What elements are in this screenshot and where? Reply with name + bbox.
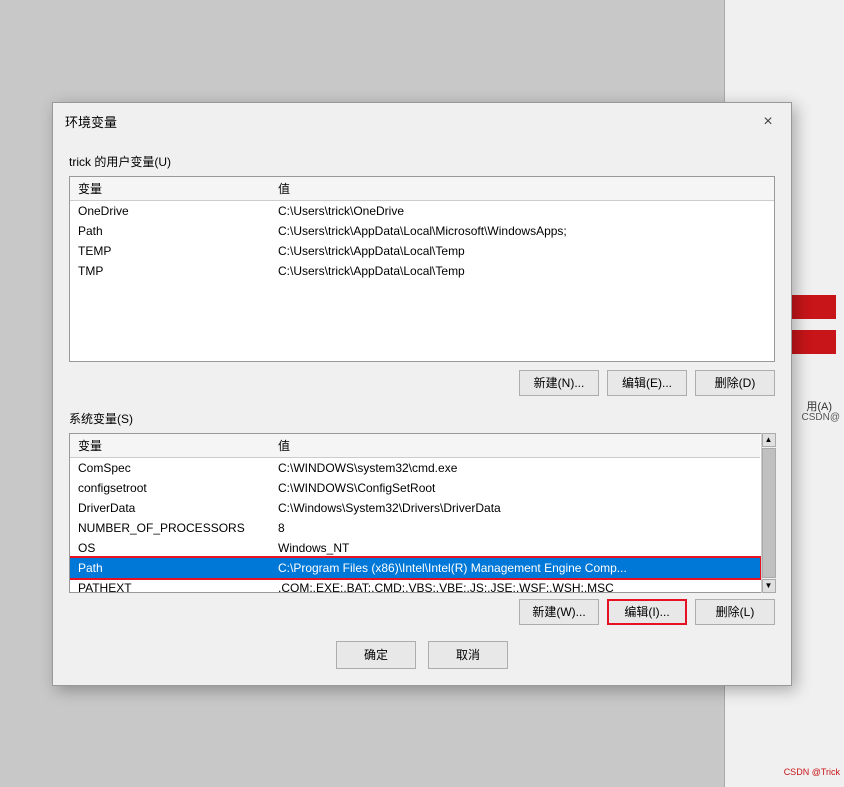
system-val-cell: Windows_NT [270, 538, 760, 558]
system-val-cell: 8 [270, 518, 760, 538]
user-buttons-row: 新建(N)... 编辑(E)... 删除(D) [69, 370, 775, 396]
user-val-cell: C:\Users\trick\AppData\Local\Microsoft\W… [270, 221, 774, 241]
system-buttons-row: 新建(W)... 编辑(I)... 删除(L) [69, 599, 775, 625]
system-table-row[interactable]: PATHEXT.COM;.EXE;.BAT;.CMD;.VBS;.VBE;.JS… [70, 578, 760, 593]
system-col-var: 变量 [70, 434, 270, 458]
user-edit-button[interactable]: 编辑(E)... [607, 370, 687, 396]
system-table-row[interactable]: NUMBER_OF_PROCESSORS8 [70, 518, 760, 538]
close-button[interactable]: × [757, 111, 779, 133]
system-val-cell: C:\WINDOWS\ConfigSetRoot [270, 478, 760, 498]
user-col-var: 变量 [70, 177, 270, 201]
dialog-body: trick 的用户变量(U) 变量 值 OneDriveC:\Users\tri… [53, 141, 791, 685]
system-val-cell: .COM;.EXE;.BAT;.CMD;.VBS;.VBE;.JS;.JSE;.… [270, 578, 760, 593]
system-val-cell: C:\Program Files (x86)\Intel\Intel(R) Ma… [270, 558, 760, 578]
user-var-cell: OneDrive [70, 200, 270, 221]
user-section-label: trick 的用户变量(U) [69, 153, 775, 170]
watermark: CSDN @Trick [784, 767, 840, 777]
system-var-cell: configsetroot [70, 478, 270, 498]
user-table-row[interactable]: OneDriveC:\Users\trick\OneDrive [70, 200, 774, 221]
scrollbar-thumb[interactable] [762, 448, 776, 578]
dialog-title: 环境变量 [65, 112, 117, 131]
user-table-empty-space [70, 281, 774, 361]
system-table-row[interactable]: PathC:\Program Files (x86)\Intel\Intel(R… [70, 558, 760, 578]
system-var-cell: DriverData [70, 498, 270, 518]
system-variables-table: 变量 值 ComSpecC:\WINDOWS\system32\cmd.exec… [70, 434, 760, 593]
system-table-scrollbar-container: 变量 值 ComSpecC:\WINDOWS\system32\cmd.exec… [69, 433, 775, 593]
system-col-val: 值 [270, 434, 760, 458]
dialog-titlebar: 环境变量 × [53, 103, 791, 141]
bg-label-csdn: CSDN@ [802, 412, 841, 423]
cancel-button[interactable]: 取消 [428, 641, 508, 669]
user-val-cell: C:\Users\trick\OneDrive [270, 200, 774, 221]
user-val-cell: C:\Users\trick\AppData\Local\Temp [270, 261, 774, 281]
user-new-button[interactable]: 新建(N)... [519, 370, 599, 396]
user-table-row[interactable]: TEMPC:\Users\trick\AppData\Local\Temp [70, 241, 774, 261]
footer-buttons-row: 确定 取消 [69, 641, 775, 669]
scrollbar-down-arrow[interactable]: ▼ [762, 579, 776, 593]
system-table-row[interactable]: DriverDataC:\Windows\System32\Drivers\Dr… [70, 498, 760, 518]
environment-variables-dialog: 环境变量 × trick 的用户变量(U) 变量 值 OneDriveC:\Us… [52, 102, 792, 686]
system-new-button[interactable]: 新建(W)... [519, 599, 599, 625]
user-var-cell: TMP [70, 261, 270, 281]
system-variables-table-container: 变量 值 ComSpecC:\WINDOWS\system32\cmd.exec… [69, 433, 775, 593]
user-variables-table: 变量 值 OneDriveC:\Users\trick\OneDrivePath… [70, 177, 774, 281]
backdrop: 用(A) CSDN@ CSDN @Trick 环境变量 × trick 的用户变… [0, 0, 844, 787]
user-delete-button[interactable]: 删除(D) [695, 370, 775, 396]
scrollbar-up-arrow[interactable]: ▲ [762, 433, 776, 447]
user-val-cell: C:\Users\trick\AppData\Local\Temp [270, 241, 774, 261]
system-var-cell: NUMBER_OF_PROCESSORS [70, 518, 270, 538]
user-var-cell: Path [70, 221, 270, 241]
ok-button[interactable]: 确定 [336, 641, 416, 669]
system-table-row[interactable]: OSWindows_NT [70, 538, 760, 558]
user-table-header-row: 变量 值 [70, 177, 774, 201]
user-table-row[interactable]: TMPC:\Users\trick\AppData\Local\Temp [70, 261, 774, 281]
system-var-cell: PATHEXT [70, 578, 270, 593]
system-table-row[interactable]: configsetrootC:\WINDOWS\ConfigSetRoot [70, 478, 760, 498]
system-var-cell: Path [70, 558, 270, 578]
system-val-cell: C:\WINDOWS\system32\cmd.exe [270, 457, 760, 478]
user-var-cell: TEMP [70, 241, 270, 261]
system-table-header-row: 变量 值 [70, 434, 760, 458]
user-variables-table-container: 变量 值 OneDriveC:\Users\trick\OneDrivePath… [69, 176, 775, 362]
system-section-label: 系统变量(S) [69, 410, 775, 427]
user-col-val: 值 [270, 177, 774, 201]
system-var-cell: ComSpec [70, 457, 270, 478]
system-edit-button[interactable]: 编辑(I)... [607, 599, 687, 625]
system-var-cell: OS [70, 538, 270, 558]
system-val-cell: C:\Windows\System32\Drivers\DriverData [270, 498, 760, 518]
system-table-scrollbar[interactable]: ▲ ▼ [761, 433, 775, 593]
system-table-row[interactable]: ComSpecC:\WINDOWS\system32\cmd.exe [70, 457, 760, 478]
system-delete-button[interactable]: 删除(L) [695, 599, 775, 625]
user-table-row[interactable]: PathC:\Users\trick\AppData\Local\Microso… [70, 221, 774, 241]
